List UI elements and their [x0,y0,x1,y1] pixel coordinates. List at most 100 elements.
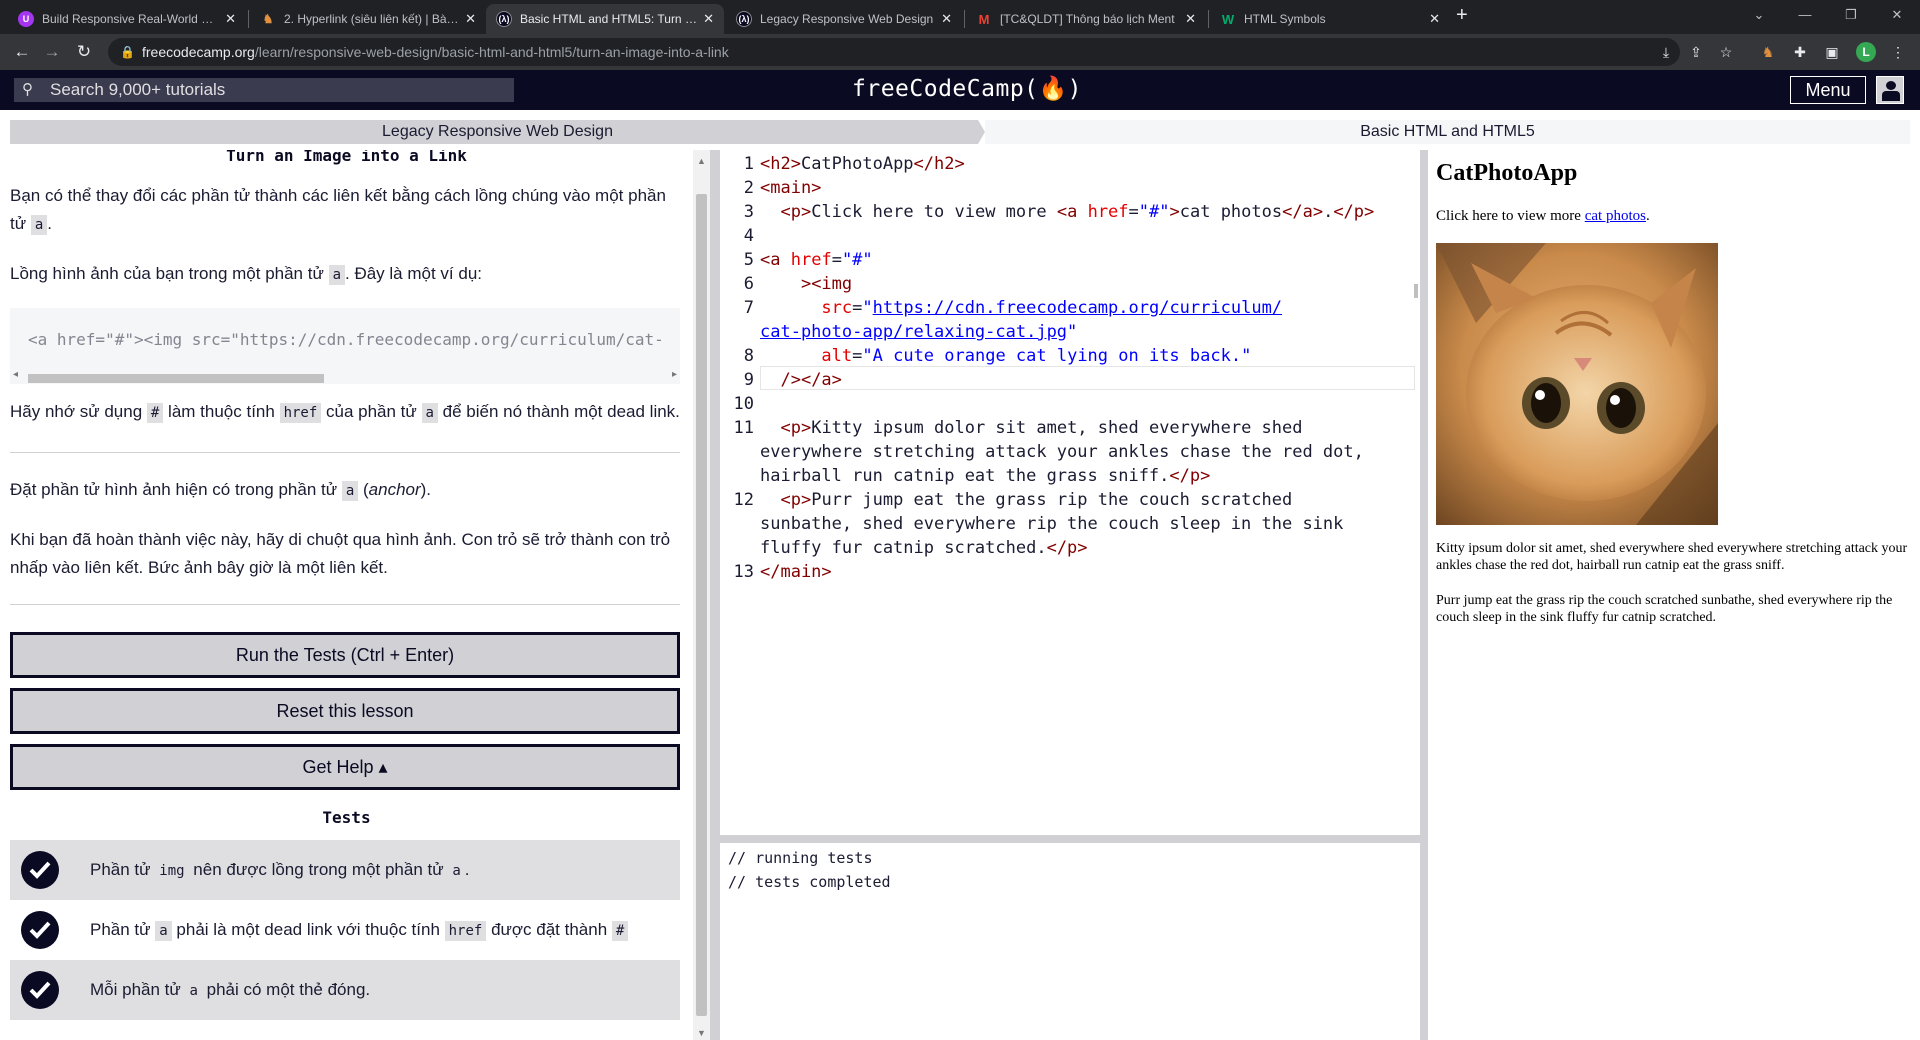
breadcrumb-block[interactable]: Basic HTML and HTML5 [985,120,1910,144]
share-icon[interactable]: ⇪ [1684,40,1708,64]
inline-code: a [421,403,438,423]
editor-scrollbar[interactable] [1413,150,1420,835]
line-number: 13 [733,562,754,582]
back-arrow-icon[interactable]: ← [10,40,34,64]
close-icon[interactable]: ✕ [703,11,714,27]
line-number: 10 [733,394,754,414]
window-close-icon[interactable]: ✕ [1874,0,1920,30]
code-line: <p>Kitty ipsum dolor sit amet, shed ever… [780,418,1303,438]
browser-tab-active[interactable]: (λ) Basic HTML and HTML5: Turn an ✕ [486,4,724,34]
inline-code: img [155,861,189,881]
window-controls: ⌄ — ❐ ✕ [1736,0,1920,30]
gmail-icon: M [978,11,990,27]
close-icon[interactable]: ✕ [225,11,236,27]
lesson-paragraph: Khi bạn đã hoàn thành việc này, hãy di c… [10,530,671,577]
code-line: <main> [760,178,822,198]
breadcrumb-superblock[interactable]: Legacy Responsive Web Design [10,120,985,144]
browser-tab[interactable]: (λ) Legacy Responsive Web Design ✕ [726,4,962,34]
line-number: 6 [743,274,754,294]
editor-console-divider[interactable] [720,835,1420,843]
inline-code: # [611,921,629,941]
tests-heading: Tests [322,808,371,827]
reload-icon[interactable]: ↻ [72,40,96,64]
scroll-up-icon[interactable]: ▲ [697,156,706,166]
reset-lesson-button[interactable]: Reset this lesson [10,688,680,734]
fcc-navbar: ⚲ Search 9,000+ tutorials freeCodeCamp(🔥… [0,70,1920,110]
pane-divider[interactable] [1420,150,1428,1040]
code-horizontal-scrollbar[interactable]: ◂ ▸ [10,369,680,384]
instructions-scrollbar[interactable]: ▲ ▼ [693,150,710,1040]
tab-title: Basic HTML and HTML5: Turn an [520,12,698,26]
test-item: Phần tử img nên được lồng trong một phần… [10,840,680,900]
output-console: // running tests // tests completed [720,843,1420,1040]
cat-image-link[interactable] [1436,243,1718,525]
tab-title: Legacy Responsive Web Design [760,12,934,26]
install-icon[interactable]: ⤓ [1654,40,1678,64]
code-line: hairball run catnip eat the grass sniff.… [760,466,1211,486]
scroll-right-icon[interactable]: ▸ [672,369,677,380]
code-line: <p>Click here to view more <a href="#">c… [780,202,1375,222]
scroll-left-icon[interactable]: ◂ [13,369,18,380]
cat-photos-link[interactable]: cat photos [1585,208,1646,224]
inline-code: a [155,921,172,941]
preview-paragraph: Click here to view more cat photos. [1436,208,1650,224]
browser-tab[interactable]: U Build Responsive Real-World Web ✕ [8,4,246,34]
example-code: <a href="#"><img src="https://cdn.freeco… [28,330,664,349]
close-icon[interactable]: ✕ [941,11,952,27]
tab-search-icon[interactable]: ⌄ [1736,0,1782,30]
fcc-logo[interactable]: freeCodeCamp(🔥) [852,75,1082,102]
minimize-icon[interactable]: — [1782,0,1828,30]
tab-title: HTML Symbols [1244,12,1326,26]
url-field[interactable]: 🔒 freecodecamp.org/learn/responsive-web-… [108,38,1680,66]
sidepanel-icon[interactable]: ▣ [1820,40,1844,64]
line-number: 8 [743,346,754,366]
bookmark-star-icon[interactable]: ☆ [1714,40,1738,64]
line-number: 5 [743,250,754,270]
line-number: 12 [733,490,754,510]
get-help-button[interactable]: Get Help ▴ [10,744,680,790]
user-avatar[interactable] [1876,76,1904,104]
url-path: /learn/responsive-web-design/basic-html-… [254,44,729,60]
code-line: <p>Purr jump eat the grass rip the couch… [780,490,1293,510]
tab-title: Build Responsive Real-World Web [42,12,220,26]
breadcrumb: Legacy Responsive Web Design Basic HTML … [0,110,1920,150]
lock-icon: 🔒 [120,45,135,59]
restore-icon[interactable]: ❐ [1828,0,1874,30]
menu-button[interactable]: Menu [1790,76,1866,104]
browser-tab[interactable]: M [TC&QLDT] Thông báo lịch Ment ✕ [966,4,1206,34]
inline-code: a [328,265,345,285]
run-tests-button[interactable]: Run the Tests (Ctrl + Enter) [10,632,680,678]
new-tab-button[interactable]: + [1456,4,1468,27]
url-domain: freecodecamp.org [142,44,255,60]
line-number: 7 [743,298,754,318]
forward-arrow-icon[interactable]: → [40,40,64,64]
preview-paragraph: Kitty ipsum dolor sit amet, shed everywh… [1436,541,1908,573]
lesson-paragraph: Đặt phần tử hình ảnh hiện có trong phần … [10,480,432,501]
inline-code: a [448,861,465,881]
inline-code: href [444,921,487,941]
puzzle-icon[interactable]: ✚ [1788,40,1812,64]
lesson-paragraph: Lồng hình ảnh của bạn trong một phần tử … [10,264,482,285]
code-editor[interactable]: 1 2 3 4 5 6 7 8 9 10 11 12 13 <h2>CatPho… [720,150,1420,835]
more-options-icon[interactable]: ⋮ [1886,40,1910,64]
close-icon[interactable]: ✕ [1429,11,1440,27]
browser-tab[interactable]: ♞ 2. Hyperlink (siêu liên kết) | Bài 3 ✕ [250,4,486,34]
browser-tab[interactable]: W HTML Symbols ✕ [1210,4,1450,34]
code-line: fluffy fur catnip scratched.</p> [760,538,1088,558]
search-input[interactable]: ⚲ Search 9,000+ tutorials [14,78,514,102]
pane-divider[interactable] [710,150,720,1040]
search-placeholder: Search 9,000+ tutorials [50,80,226,99]
code-line: src="https://cdn.freecodecamp.org/curric… [821,298,1283,318]
close-icon[interactable]: ✕ [465,11,476,27]
extension-icon[interactable]: ♞ [1756,40,1780,64]
code-line: alt="A cute orange cat lying on its back… [821,346,1252,366]
tab-title: [TC&QLDT] Thông báo lịch Ment [1000,12,1175,26]
close-icon[interactable]: ✕ [1185,11,1196,27]
profile-avatar[interactable]: L [1856,42,1876,62]
console-line: // running tests [728,849,873,867]
scroll-down-icon[interactable]: ▼ [697,1028,706,1038]
check-icon [21,851,59,889]
divider [10,604,680,605]
code-line: cat-photo-app/relaxing-cat.jpg" [760,322,1078,342]
inline-code: # [146,403,164,423]
